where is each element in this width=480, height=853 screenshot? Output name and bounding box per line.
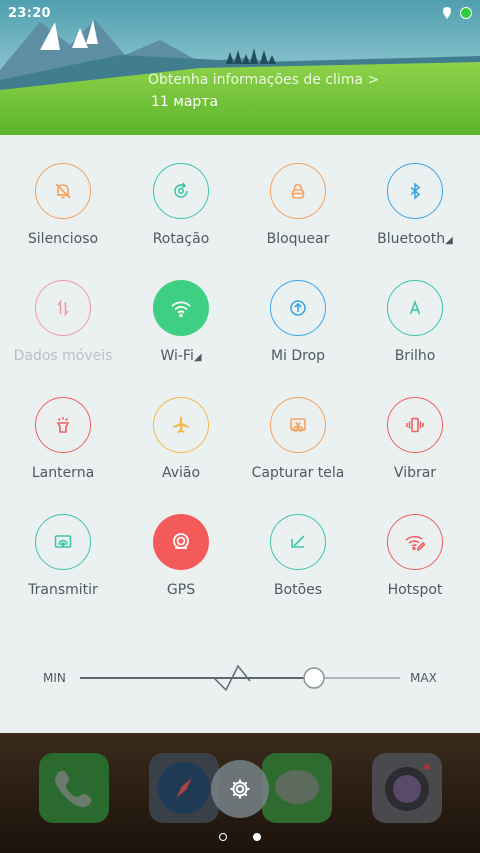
compass-icon <box>158 762 210 814</box>
bluetooth-icon <box>410 182 421 200</box>
toggle-label: Botões <box>273 582 323 598</box>
status-time: 23:20 <box>8 6 51 21</box>
messages-app-icon[interactable] <box>262 753 332 823</box>
toggle-bluetooth[interactable]: Bluetooth◢ <box>355 163 475 247</box>
toggle-label: Vibrar <box>393 465 437 481</box>
camera-app-icon[interactable] <box>372 753 442 823</box>
gear-icon <box>230 779 250 799</box>
brightness-thumb[interactable] <box>303 667 325 689</box>
toggle-buttons[interactable]: Botões <box>238 514 358 598</box>
toggle-label: Transmitir <box>28 582 98 598</box>
mi-drop-icon <box>290 300 306 316</box>
toggle-label: GPS <box>166 582 196 598</box>
toggle-label: Brilho <box>394 348 436 364</box>
home-dock <box>0 733 480 853</box>
airplane-icon <box>173 416 189 433</box>
wifi-icon <box>171 301 191 318</box>
browser-app-icon[interactable] <box>149 753 219 823</box>
battery-indicator-icon <box>460 7 472 19</box>
toggle-hotspot[interactable]: Hotspot <box>355 514 475 598</box>
screenshot-icon <box>290 418 306 432</box>
toggle-label: Bluetooth◢ <box>377 231 453 247</box>
rotation-icon <box>174 182 188 198</box>
settings-button[interactable] <box>211 760 269 818</box>
toggle-gps[interactable]: GPS <box>121 514 241 598</box>
toggle-label: Avião <box>161 465 201 481</box>
mobile-data-icon <box>57 299 69 317</box>
toggle-wifi[interactable]: Wi-Fi◢ <box>121 280 241 364</box>
brightness-max-label: MAX <box>410 671 437 685</box>
location-icon <box>443 7 451 19</box>
landscape-wallpaper <box>0 0 480 135</box>
toggle-rotation[interactable]: Rotação <box>121 163 241 247</box>
toggle-label: Silencioso <box>27 231 99 247</box>
gps-icon <box>173 533 189 549</box>
toggle-mobile-data[interactable]: Dados móveis <box>3 280 123 364</box>
toggle-label: Hotspot <box>387 582 443 598</box>
toggle-cast[interactable]: Transmitir <box>3 514 123 598</box>
page-indicator <box>0 833 480 841</box>
toggle-label: Lanterna <box>31 465 95 481</box>
brightness-min-label: MIN <box>43 671 66 685</box>
toggle-silent[interactable]: Silencioso <box>3 163 123 247</box>
brightness-auto-icon <box>409 299 421 315</box>
hotspot-icon <box>405 535 426 551</box>
page-dot[interactable] <box>219 833 227 841</box>
status-icons <box>442 6 472 20</box>
lock-icon <box>291 183 305 199</box>
toggle-label: Wi-Fi◢ <box>160 348 202 364</box>
brightness-slider-row: MIN MAX <box>0 663 480 693</box>
message-bubble-icon <box>275 770 319 804</box>
cast-icon <box>54 535 72 548</box>
toggle-mi-drop[interactable]: Mi Drop <box>238 280 358 364</box>
expand-caret-icon: ◢ <box>193 352 202 363</box>
toggle-flashlight[interactable]: Lanterna <box>3 397 123 481</box>
quick-settings-panel: Silencioso Rotação Bloquear Bluetooth◢ D… <box>0 135 480 733</box>
toggle-label: Rotação <box>152 231 210 247</box>
phone-app-icon[interactable] <box>39 753 109 823</box>
bell-muted-icon <box>55 183 71 199</box>
page-dot-active[interactable] <box>253 833 261 841</box>
brightness-slider[interactable] <box>80 663 402 693</box>
toggle-label: Dados móveis <box>13 348 113 364</box>
camera-lens-icon <box>385 764 430 811</box>
date-text: 11 марта <box>151 94 219 110</box>
flashlight-icon <box>56 417 70 433</box>
toggle-airplane[interactable]: Avião <box>121 397 241 481</box>
weather-link[interactable]: Obtenha informações de clima > <box>148 72 379 88</box>
toggle-screenshot[interactable]: Capturar tela <box>238 397 358 481</box>
toggle-brightness[interactable]: Brilho <box>355 280 475 364</box>
toggle-label: Mi Drop <box>270 348 326 364</box>
vibrate-icon <box>406 417 424 433</box>
notification-header: 23:20 Obtenha informações de clima > 11 … <box>0 0 480 135</box>
toggle-vibrate[interactable]: Vibrar <box>355 397 475 481</box>
toggle-lock[interactable]: Bloquear <box>238 163 358 247</box>
expand-caret-icon: ◢ <box>445 235 453 246</box>
toggle-label: Bloquear <box>266 231 330 247</box>
toggle-label: Capturar tela <box>251 465 345 481</box>
buttons-icon <box>291 535 305 548</box>
phone-icon <box>55 770 92 807</box>
